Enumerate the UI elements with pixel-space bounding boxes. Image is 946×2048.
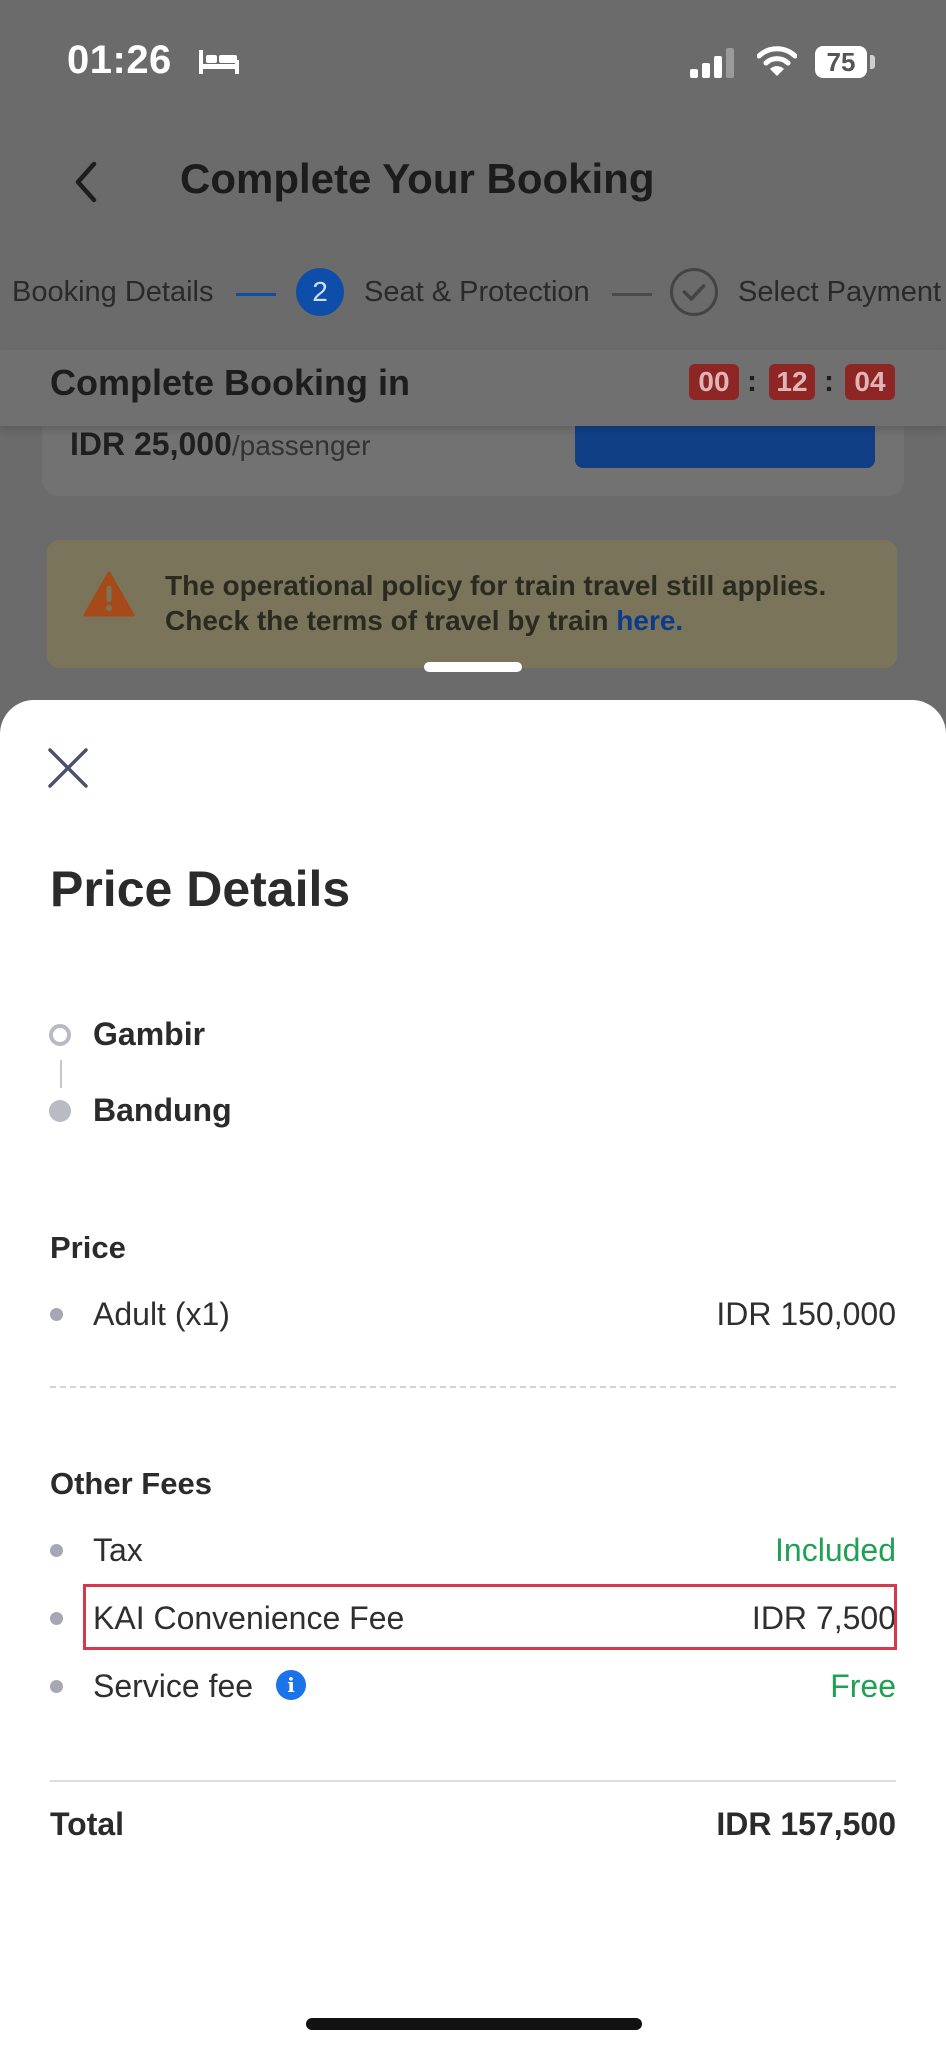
- page-title: Complete Your Booking: [180, 155, 655, 202]
- other-fees-title: Other Fees: [50, 1466, 212, 1501]
- warning-icon: [83, 571, 135, 617]
- total-label: Total: [50, 1806, 125, 1842]
- policy-text: The operational policy for train travel …: [165, 568, 885, 638]
- signal-icon: [690, 48, 734, 78]
- step-connector: [612, 293, 652, 296]
- price-section-title: Price: [50, 1230, 126, 1265]
- wifi-icon: [757, 46, 797, 76]
- status-bar: 01:26 75: [0, 0, 946, 120]
- fee-value: Included: [775, 1532, 896, 1568]
- countdown-label: Complete Booking in: [50, 362, 410, 403]
- sheet-drag-handle[interactable]: [424, 662, 522, 672]
- policy-notice: The operational policy for train travel …: [47, 540, 897, 668]
- status-time: 01:26: [67, 38, 172, 82]
- battery-icon: 75: [815, 46, 867, 78]
- chevron-left-icon[interactable]: [68, 158, 104, 206]
- total-value: IDR 157,500: [716, 1806, 896, 1842]
- home-indicator[interactable]: [306, 2018, 642, 2030]
- total-divider: [50, 1780, 896, 1782]
- bullet-icon: [50, 1544, 63, 1557]
- step-connector: [236, 293, 276, 296]
- timer-seconds: 04: [845, 364, 895, 400]
- fee-label: Tax: [93, 1532, 143, 1568]
- origin-dot-icon: [49, 1024, 71, 1046]
- step-seat-protection: Seat & Protection: [364, 276, 590, 308]
- section-divider: [50, 1386, 896, 1388]
- destination-dot-icon: [49, 1100, 71, 1122]
- addon-price-value: IDR 25,000: [70, 426, 232, 462]
- close-icon[interactable]: [46, 746, 90, 790]
- step-2-indicator: 2: [296, 268, 344, 316]
- addon-price: IDR 25,000/passenger: [70, 426, 370, 463]
- bullet-icon: [50, 1308, 63, 1321]
- booking-screen-background: 01:26 75 Complete Your Booking Booking D…: [0, 0, 946, 720]
- route-origin: Gambir: [93, 1016, 206, 1052]
- step-booking-details: Booking Details: [12, 276, 214, 308]
- timer-minutes: 12: [769, 364, 815, 400]
- fee-row-tax: Tax Included: [50, 1526, 896, 1576]
- timer-separator: :: [747, 365, 757, 398]
- price-item-value: IDR 150,000: [716, 1296, 896, 1332]
- bullet-icon: [50, 1612, 63, 1625]
- policy-link[interactable]: here.: [616, 605, 683, 636]
- addon-price-unit: /passenger: [231, 430, 371, 461]
- policy-body: The operational policy for train travel …: [165, 570, 827, 636]
- battery-tip: [870, 55, 875, 69]
- timer-separator: :: [824, 365, 834, 398]
- price-row-adult: Adult (x1) IDR 150,000: [50, 1290, 896, 1340]
- countdown-bar: Complete Booking in 00 : 12 : 04: [0, 350, 946, 426]
- price-details-sheet: Price Details Gambir Bandung Price Adult…: [0, 700, 946, 2048]
- sheet-title: Price Details: [50, 861, 351, 917]
- fee-row-service: Service fee i Free: [50, 1662, 896, 1712]
- fee-value: Free: [830, 1668, 896, 1704]
- booking-stepper: Booking Details 2 Seat & Protection Sele…: [0, 268, 946, 318]
- highlight-annotation: [83, 1584, 897, 1650]
- check-circle-icon: [670, 268, 718, 316]
- route-destination: Bandung: [93, 1092, 232, 1128]
- step-select-payment: Select Payment: [738, 276, 942, 308]
- timer-hours: 00: [689, 364, 739, 400]
- info-icon[interactable]: i: [276, 1670, 306, 1700]
- bed-icon: [199, 50, 239, 74]
- price-item-label: Adult (x1): [93, 1296, 230, 1332]
- fee-label: Service fee: [93, 1668, 254, 1704]
- route-connector: [60, 1060, 62, 1088]
- bullet-icon: [50, 1680, 63, 1693]
